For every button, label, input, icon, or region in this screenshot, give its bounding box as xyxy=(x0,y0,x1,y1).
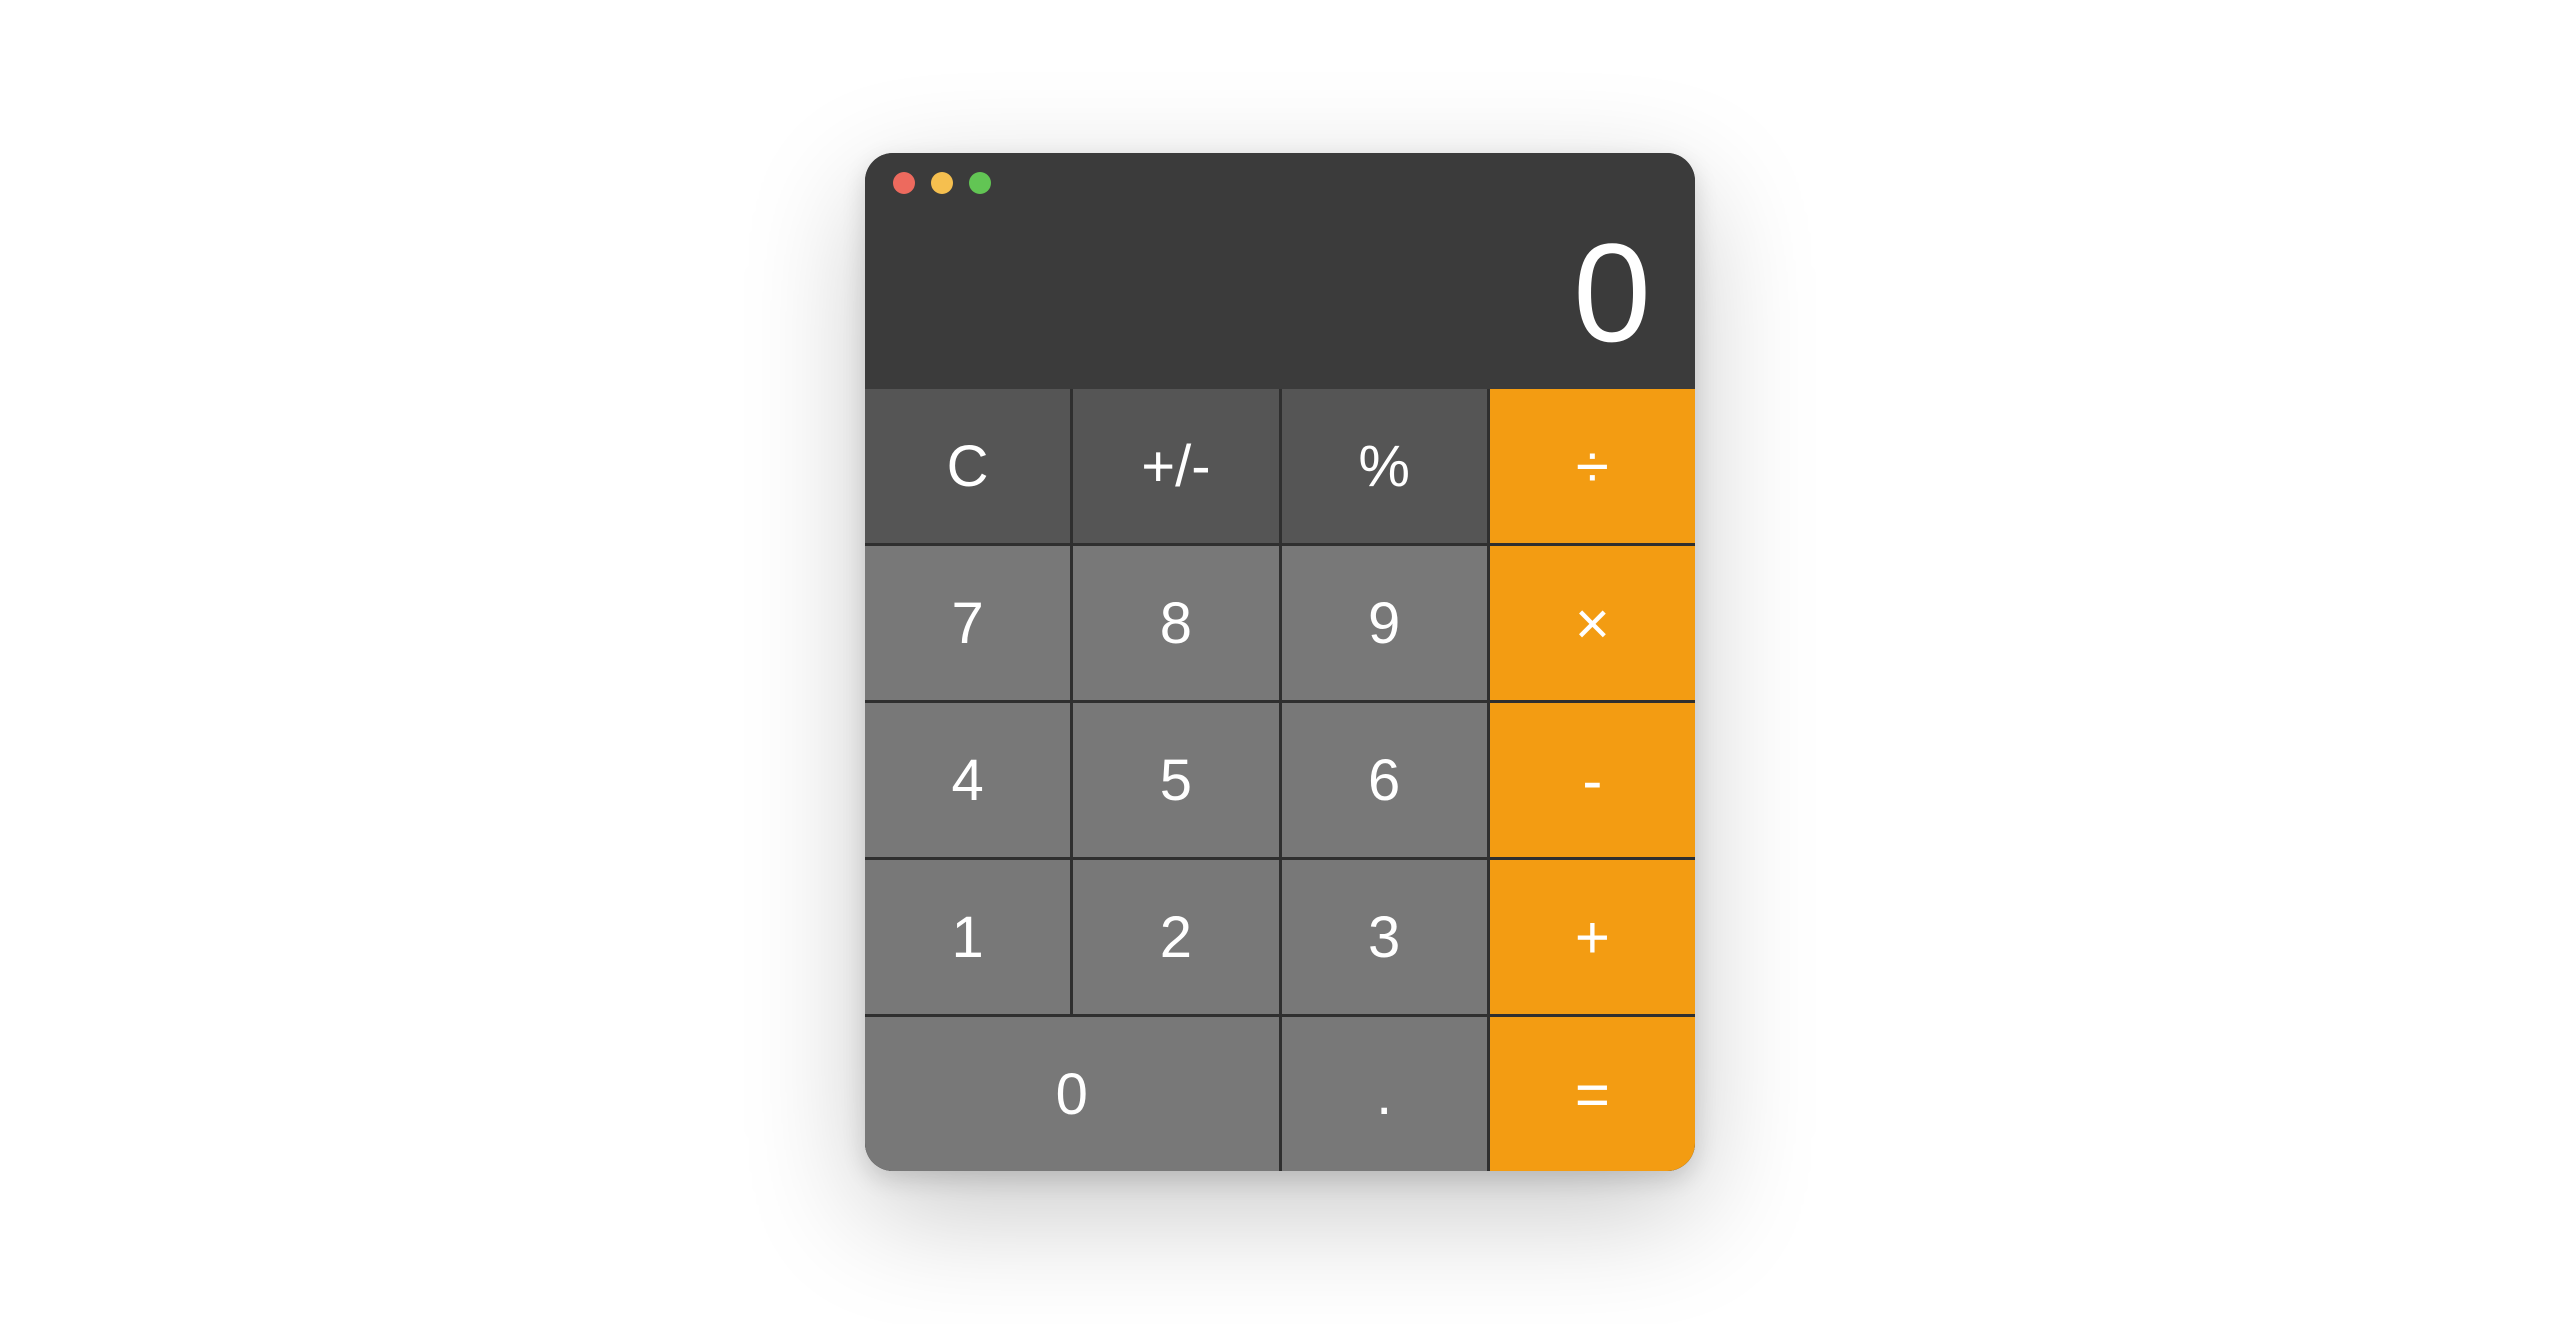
sign-toggle-button[interactable]: +/- xyxy=(1073,389,1278,543)
digit-8-button[interactable]: 8 xyxy=(1073,546,1278,700)
window-minimize-button[interactable] xyxy=(931,172,953,194)
equals-button[interactable]: = xyxy=(1490,1017,1695,1171)
digit-2-button[interactable]: 2 xyxy=(1073,860,1278,1014)
calculator-window: 0 C +/- % ÷ 7 8 9 × 4 5 6 - 1 2 3 + 0 . … xyxy=(865,153,1695,1171)
digit-7-button[interactable]: 7 xyxy=(865,546,1070,700)
digit-6-button[interactable]: 6 xyxy=(1282,703,1487,857)
add-button[interactable]: + xyxy=(1490,860,1695,1014)
percent-button[interactable]: % xyxy=(1282,389,1487,543)
multiply-button[interactable]: × xyxy=(1490,546,1695,700)
digit-9-button[interactable]: 9 xyxy=(1282,546,1487,700)
calculator-display: 0 xyxy=(865,213,1695,389)
digit-1-button[interactable]: 1 xyxy=(865,860,1070,1014)
decimal-button[interactable]: . xyxy=(1282,1017,1487,1171)
titlebar[interactable] xyxy=(865,153,1695,213)
digit-5-button[interactable]: 5 xyxy=(1073,703,1278,857)
calculator-keypad: C +/- % ÷ 7 8 9 × 4 5 6 - 1 2 3 + 0 . = xyxy=(865,389,1695,1171)
window-close-button[interactable] xyxy=(893,172,915,194)
digit-3-button[interactable]: 3 xyxy=(1282,860,1487,1014)
subtract-button[interactable]: - xyxy=(1490,703,1695,857)
digit-0-button[interactable]: 0 xyxy=(865,1017,1279,1171)
divide-button[interactable]: ÷ xyxy=(1490,389,1695,543)
digit-4-button[interactable]: 4 xyxy=(865,703,1070,857)
clear-button[interactable]: C xyxy=(865,389,1070,543)
window-maximize-button[interactable] xyxy=(969,172,991,194)
